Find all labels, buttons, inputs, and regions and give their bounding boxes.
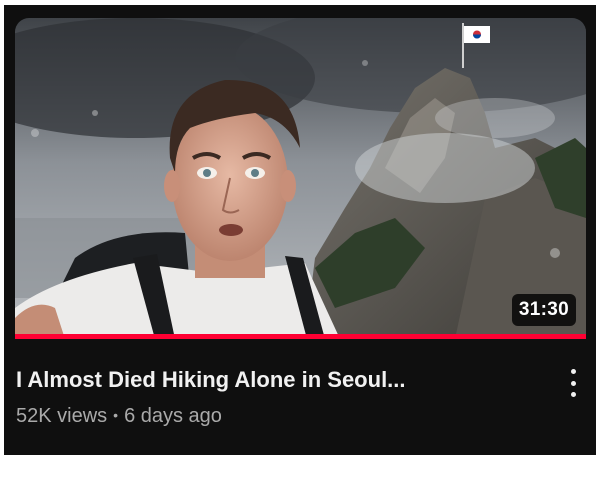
south-korea-flag-icon xyxy=(464,26,490,43)
duration-badge: 31:30 xyxy=(511,294,576,326)
thumbnail-image xyxy=(15,18,586,339)
video-title[interactable]: I Almost Died Hiking Alone in Seoul... xyxy=(16,367,526,393)
more-vert-icon[interactable] xyxy=(562,365,584,401)
meta-separator: • xyxy=(113,407,119,423)
watch-progress-bar xyxy=(15,334,586,339)
upload-age: 6 days ago xyxy=(124,405,222,427)
video-card[interactable]: 31:30 I Almost Died Hiking Alone in Seou… xyxy=(4,5,596,455)
kebab-dot xyxy=(570,369,576,374)
kebab-dot xyxy=(570,392,576,397)
video-metadata: 52K views • 6 days ago xyxy=(16,405,222,428)
view-count: 52K views xyxy=(16,405,108,427)
video-thumbnail[interactable]: 31:30 xyxy=(15,18,586,339)
kebab-dot xyxy=(570,380,576,386)
